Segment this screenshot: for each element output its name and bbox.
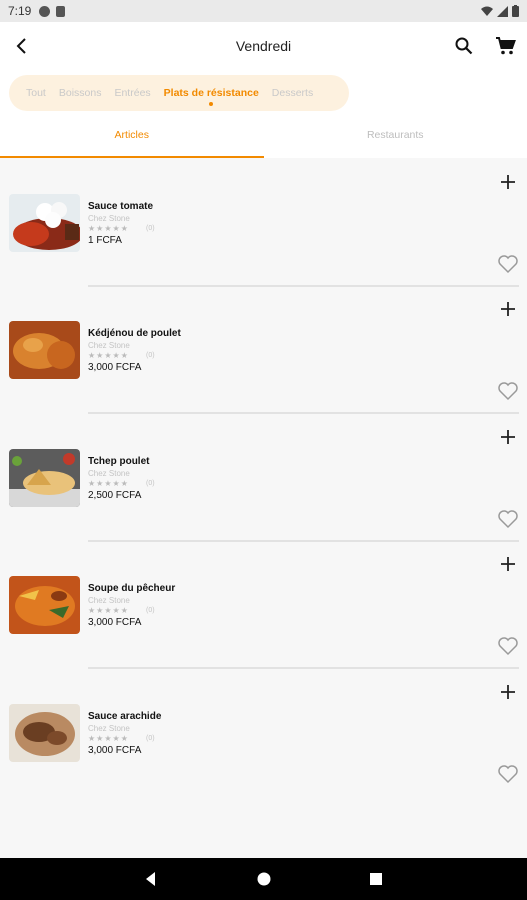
search-icon (455, 37, 473, 55)
nav-home-button[interactable] (256, 871, 272, 887)
add-to-cart-button[interactable] (498, 427, 518, 447)
category-chip-tout[interactable]: Tout (26, 87, 46, 99)
list-item[interactable]: Sauce tomate Chez Stone ★★★★★ (0) 1 FCFA (0, 158, 527, 287)
rating-stars: ★★★★★ (88, 224, 129, 233)
heart-icon (498, 510, 518, 529)
sim-icon (56, 5, 66, 17)
store-name: Chez Stone (88, 596, 130, 605)
product-image (9, 449, 80, 507)
product-price: 3,000 FCFA (88, 617, 142, 628)
list-item[interactable]: Sauce arachide Chez Stone ★★★★★ (0) 3,00… (0, 668, 527, 795)
category-chip-label: Plats de résistance (163, 87, 259, 99)
notification-icon (39, 5, 51, 17)
product-price: 2,500 FCFA (88, 490, 142, 501)
tab-bar: Articles Restaurants (0, 118, 527, 158)
product-name: Tchep poulet (88, 456, 150, 467)
add-to-cart-button[interactable] (498, 172, 518, 192)
heart-icon (498, 382, 518, 401)
favorite-button[interactable] (497, 254, 519, 274)
rating-count: (0) (146, 225, 155, 232)
favorite-button[interactable] (497, 636, 519, 656)
nav-back-icon (146, 872, 155, 886)
product-image (9, 704, 80, 762)
page-title: Vendredi (235, 38, 292, 54)
favorite-button[interactable] (497, 381, 519, 401)
app-bar: Vendredi (0, 22, 527, 70)
add-to-cart-button[interactable] (498, 299, 518, 319)
category-chips: Tout Boissons Entrées Plats de résistanc… (9, 75, 349, 111)
cart-icon (496, 37, 516, 55)
rating-count: (0) (146, 480, 155, 487)
product-name: Sauce arachide (88, 711, 162, 722)
store-name: Chez Stone (88, 724, 130, 733)
nav-home-icon (257, 872, 271, 886)
product-image (9, 194, 80, 252)
heart-icon (498, 255, 518, 274)
product-list: Sauce tomate Chez Stone ★★★★★ (0) 1 FCFA… (0, 158, 527, 858)
rating-stars: ★★★★★ (88, 734, 129, 743)
category-chip-desserts[interactable]: Desserts (272, 87, 313, 99)
favorite-button[interactable] (497, 764, 519, 784)
tab-restaurants[interactable]: Restaurants (264, 118, 527, 158)
store-name: Chez Stone (88, 469, 130, 478)
cart-button[interactable] (494, 34, 518, 58)
heart-icon (498, 765, 518, 784)
product-price: 1 FCFA (88, 235, 122, 246)
rating-stars: ★★★★★ (88, 351, 129, 360)
status-time: 7:19 (8, 4, 32, 18)
product-price: 3,000 FCFA (88, 362, 142, 373)
list-item[interactable]: Tchep poulet Chez Stone ★★★★★ (0) 2,500 … (0, 413, 527, 542)
search-button[interactable] (452, 34, 476, 58)
product-price: 3,000 FCFA (88, 745, 142, 756)
category-chip-boissons[interactable]: Boissons (59, 87, 102, 99)
rating-count: (0) (146, 735, 155, 742)
wifi-icon (481, 6, 493, 16)
add-to-cart-button[interactable] (498, 682, 518, 702)
product-name: Kédjénou de poulet (88, 328, 181, 339)
rating-stars: ★★★★★ (88, 606, 129, 615)
nav-recents-icon (370, 873, 382, 885)
category-chip-plats[interactable]: Plats de résistance (163, 87, 259, 106)
plus-icon (501, 557, 515, 571)
product-name: Sauce tomate (88, 201, 154, 212)
plus-icon (501, 430, 515, 444)
system-nav-bar (0, 858, 527, 900)
add-to-cart-button[interactable] (498, 554, 518, 574)
category-chip-entrees[interactable]: Entrées (114, 87, 150, 99)
favorite-button[interactable] (497, 509, 519, 529)
signal-icon (497, 5, 508, 17)
nav-recents-button[interactable] (368, 871, 384, 887)
product-image (9, 576, 80, 634)
plus-icon (501, 302, 515, 316)
product-name: Soupe du pêcheur (88, 583, 176, 594)
heart-icon (498, 637, 518, 656)
store-name: Chez Stone (88, 341, 130, 350)
rating-count: (0) (146, 352, 155, 359)
rating-count: (0) (146, 607, 155, 614)
rating-stars: ★★★★★ (88, 479, 129, 488)
active-indicator-dot (209, 102, 214, 106)
tab-articles[interactable]: Articles (0, 118, 264, 158)
store-name: Chez Stone (88, 214, 130, 223)
plus-icon (501, 175, 515, 189)
product-image (9, 321, 80, 379)
battery-icon (512, 5, 519, 17)
list-item[interactable]: Kédjénou de poulet Chez Stone ★★★★★ (0) … (0, 285, 527, 414)
status-bar: 7:19 (0, 0, 527, 22)
plus-icon (501, 685, 515, 699)
list-item[interactable]: Soupe du pêcheur Chez Stone ★★★★★ (0) 3,… (0, 540, 527, 669)
nav-back-button[interactable] (143, 871, 159, 887)
